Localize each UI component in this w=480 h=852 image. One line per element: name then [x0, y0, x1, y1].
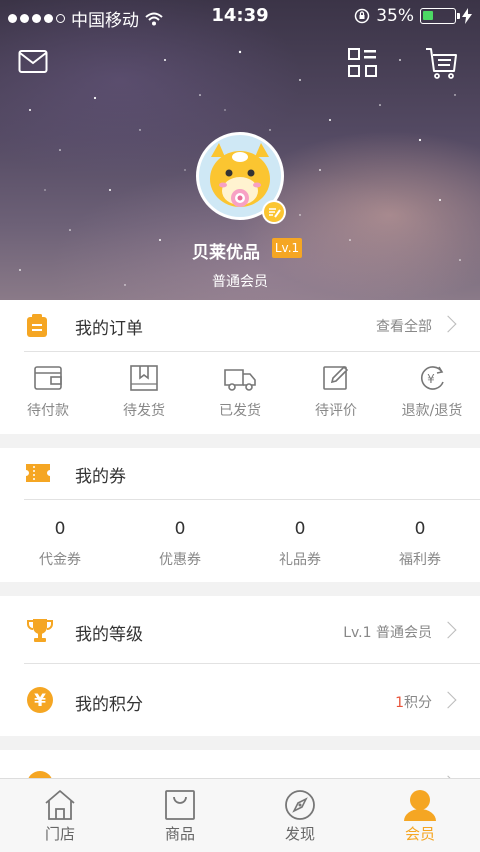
- my-level-row[interactable]: 我的等级 Lv.1 普通会员: [0, 606, 480, 656]
- coupon-label: 福利券: [399, 552, 441, 568]
- coupon-count: 0: [174, 519, 186, 539]
- username: 贝莱优品: [192, 243, 260, 263]
- coupon-label: 优惠券: [159, 552, 201, 568]
- shopping-cart-icon[interactable]: [425, 46, 459, 80]
- order-status-label: 待发货: [123, 403, 165, 419]
- order-status-to-review[interactable]: 待评价: [288, 364, 384, 420]
- qr-code-icon[interactable]: [348, 48, 378, 78]
- coupon-gift[interactable]: 0 礼品券: [240, 519, 360, 569]
- truck-icon: [224, 369, 256, 391]
- my-points-title: 我的积分: [75, 695, 143, 715]
- chevron-right-icon: [439, 621, 457, 639]
- coupons-section: 我的券 0 代金券 0 优惠券 0 礼品券 0 福利券: [0, 448, 480, 582]
- tab-label: 发现: [284, 825, 315, 843]
- my-level-title: 我的等级: [75, 625, 143, 645]
- coupon-count: 0: [414, 519, 426, 539]
- yuan-coin-icon: ¥: [27, 687, 53, 713]
- order-status-refund[interactable]: ¥ 退款/退货: [384, 364, 480, 420]
- profile-header-background: 中国移动 14:39 35% 贝莱优品 Lv.1 普通会员: [0, 0, 480, 300]
- my-orders-title: 我的订单: [75, 319, 143, 339]
- coupon-welfare[interactable]: 0 福利券: [360, 519, 480, 569]
- edit-profile-button[interactable]: [262, 200, 286, 224]
- wallet-icon: [34, 366, 62, 390]
- coupon-discount[interactable]: 0 优惠券: [120, 519, 240, 569]
- battery-percentage: 35%: [376, 6, 414, 26]
- tab-label: 门店: [44, 825, 75, 843]
- my-coupons-title: 我的券: [75, 467, 126, 487]
- tab-products[interactable]: 商品: [120, 779, 240, 852]
- my-points-row[interactable]: ¥ 我的积分 1积分: [0, 676, 480, 726]
- order-status-label: 已发货: [219, 403, 261, 419]
- coupon-label: 礼品券: [279, 552, 321, 568]
- divider: [24, 663, 480, 664]
- svg-text:¥: ¥: [427, 372, 435, 386]
- coupon-count: 0: [54, 519, 66, 539]
- refund-icon: ¥: [421, 366, 444, 390]
- level-badge: Lv.1: [272, 238, 302, 258]
- order-status-label: 待评价: [315, 403, 357, 419]
- rotation-lock-icon: [354, 8, 370, 24]
- my-orders-row[interactable]: 我的订单 查看全部: [0, 300, 480, 350]
- status-bar: 中国移动 14:39 35%: [0, 0, 480, 34]
- edit-icon: [323, 365, 349, 390]
- more-section: [0, 750, 480, 780]
- level-value: Lv.1 普通会员: [343, 625, 432, 641]
- level-points-section: 我的等级 Lv.1 普通会员 ¥ 我的积分 1积分: [0, 596, 480, 736]
- edit-pen-icon: [264, 202, 284, 222]
- tab-label: 会员: [404, 825, 435, 843]
- tab-store[interactable]: 门店: [0, 779, 120, 852]
- compass-icon: [285, 790, 315, 820]
- order-status-label: 退款/退货: [401, 403, 463, 419]
- tab-member[interactable]: 会员: [360, 779, 480, 852]
- coupon-cash[interactable]: 0 代金券: [0, 519, 120, 569]
- tab-discover[interactable]: 发现: [240, 779, 360, 852]
- order-status-to-ship[interactable]: 待发货: [96, 364, 192, 420]
- coupon-label: 代金券: [39, 552, 81, 568]
- coupon-count: 0: [294, 519, 306, 539]
- chevron-right-icon: [439, 691, 457, 709]
- orders-section: 我的订单 查看全部 待付款 待发货 已发货 待评价 ¥ 退款/退货: [0, 300, 480, 434]
- view-all-orders-link[interactable]: 查看全部: [376, 316, 432, 336]
- points-count: 1: [395, 695, 404, 711]
- package-icon: [130, 365, 158, 391]
- clipboard-icon: [27, 314, 47, 337]
- order-status-label: 待付款: [27, 403, 69, 419]
- svg-text:¥: ¥: [34, 691, 46, 711]
- shopping-bag-icon: [165, 790, 195, 820]
- points-value: 1积分: [395, 692, 432, 712]
- bottom-tab-bar: 门店 商品 发现 会员: [0, 778, 480, 852]
- store-icon: [45, 790, 75, 820]
- ticket-icon: [26, 464, 50, 482]
- divider: [24, 351, 480, 352]
- points-unit: 积分: [404, 695, 432, 711]
- battery-icon: [420, 8, 460, 24]
- member-icon: [404, 790, 436, 821]
- message-icon[interactable]: [18, 49, 48, 75]
- tab-label: 商品: [164, 825, 195, 843]
- charging-bolt-icon: [462, 8, 472, 24]
- order-status-pending-payment[interactable]: 待付款: [0, 364, 96, 420]
- order-status-shipped[interactable]: 已发货: [192, 364, 288, 420]
- chevron-right-icon: [439, 315, 457, 333]
- order-status-grid: 待付款 待发货 已发货 待评价 ¥ 退款/退货: [0, 364, 480, 420]
- trophy-icon: [27, 619, 53, 642]
- member-type: 普通会员: [212, 274, 268, 290]
- divider: [24, 499, 480, 500]
- my-coupons-row[interactable]: 我的券: [0, 448, 480, 498]
- coupon-grid: 0 代金券 0 优惠券 0 礼品券 0 福利券: [0, 519, 480, 569]
